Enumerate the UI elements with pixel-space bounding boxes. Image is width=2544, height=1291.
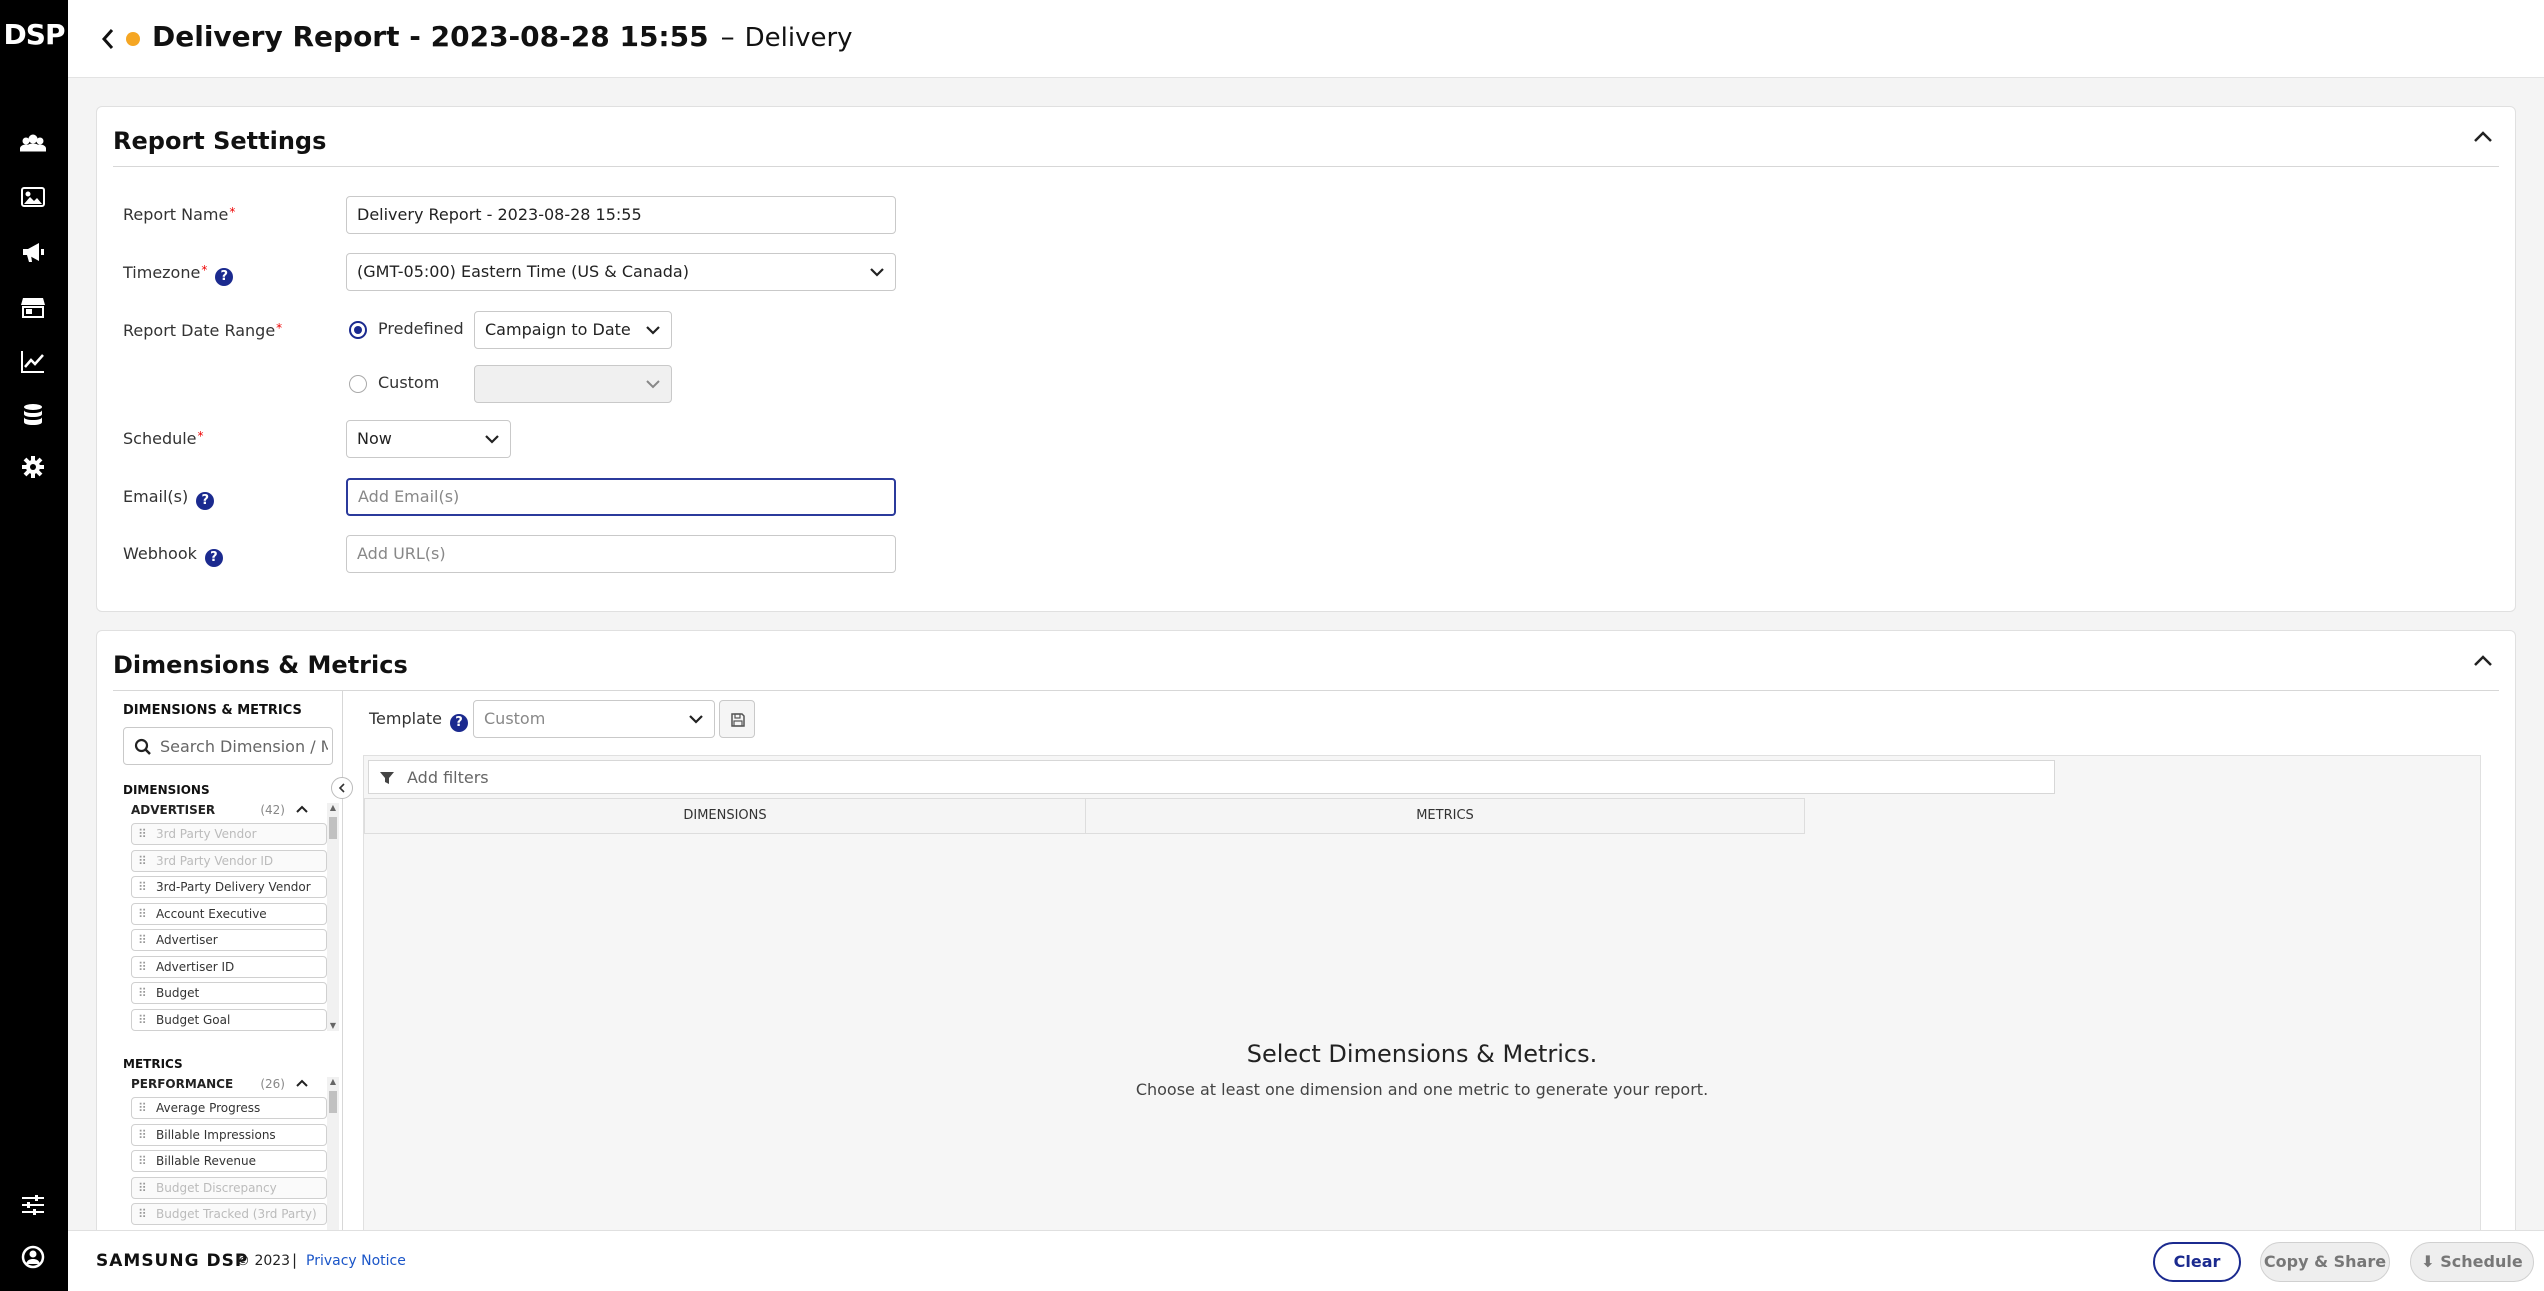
app-logo[interactable]: DSP [0, 18, 68, 51]
custom-label: Custom [378, 373, 440, 392]
field-chip[interactable]: 3rd Party Vendor [131, 823, 327, 845]
timezone-label: Timezone*? [123, 263, 234, 286]
title-separator: – [720, 20, 735, 53]
emails-input[interactable]: Add Email(s) [346, 478, 896, 516]
unsaved-status-dot [126, 32, 140, 46]
collapse-chevron-icon[interactable] [2471, 127, 2495, 151]
report-settings-title: Report Settings [113, 127, 327, 155]
chevron-down-icon [646, 380, 660, 389]
schedule-button[interactable]: ⬇ Schedule [2410, 1242, 2534, 1282]
dimensions-heading: DIMENSIONS [123, 783, 210, 797]
empty-state-subtitle: Choose at least one dimension and one me… [1135, 1080, 1709, 1099]
copyright: © 2023 [236, 1253, 291, 1269]
template-help-icon[interactable]: ? [450, 714, 469, 732]
database-icon[interactable] [18, 400, 48, 430]
report-builder: Add filters DIMENSIONS METRICS Select Di… [363, 755, 2481, 1249]
field-chip[interactable]: Budget Tracked (3rd Party) [131, 1203, 327, 1225]
empty-state-title: Select Dimensions & Metrics. [1246, 1040, 1598, 1068]
field-chip[interactable]: 3rd-Party Delivery Vendor [131, 876, 327, 898]
webhook-input[interactable]: Add URL(s) [346, 535, 896, 573]
dimensions-metrics-title: Dimensions & Metrics [113, 651, 408, 679]
webhook-help-icon[interactable]: ? [204, 549, 223, 567]
chevron-up-icon [296, 805, 308, 813]
gear-icon[interactable] [18, 452, 48, 482]
report-title: Delivery Report - 2023-08-28 15:55 [152, 20, 709, 53]
collapse-sidebar-button[interactable] [331, 777, 353, 799]
metrics-heading: METRICS [123, 1057, 183, 1071]
footer-separator: | [292, 1251, 298, 1269]
report-settings-header: Report Settings [113, 107, 2499, 167]
report-name-label: Report Name* [123, 205, 236, 224]
chevron-left-icon [338, 783, 345, 793]
left-nav: DSP [0, 0, 68, 1291]
predefined-radio[interactable] [349, 321, 367, 339]
sliders-icon[interactable] [18, 1190, 48, 1220]
dimensions-column-header: DIMENSIONS [364, 798, 1086, 834]
field-chip[interactable]: Advertiser [131, 929, 327, 951]
field-chip[interactable]: Budget Goal [131, 1008, 327, 1031]
webhook-label: Webhook? [123, 544, 223, 567]
field-chip[interactable]: Average Progress [131, 1097, 327, 1119]
save-icon [731, 713, 745, 727]
collapse-chevron-icon[interactable] [2471, 651, 2495, 675]
custom-radio[interactable] [349, 375, 367, 393]
emails-help-icon[interactable]: ? [196, 492, 215, 510]
footer: SAMSUNG DSP © 2023 | Privacy Notice Clea… [68, 1230, 2544, 1291]
add-filters-input[interactable]: Add filters [368, 760, 2055, 794]
chevron-down-icon [870, 268, 884, 277]
report-name-input[interactable]: Delivery Report - 2023-08-28 15:55 [346, 196, 896, 234]
chevron-down-icon [646, 326, 660, 335]
footer-brand: SAMSUNG DSP [96, 1251, 249, 1271]
copy-share-button[interactable]: Copy & Share [2260, 1242, 2390, 1282]
download-icon: ⬇ [2421, 1252, 2441, 1271]
dimension-scrollbar[interactable]: ▲ ▼ [327, 803, 339, 1031]
dimension-search-input[interactable]: Search Dimension / Metric [123, 727, 333, 765]
performance-group[interactable]: PERFORMANCE (26) [131, 1077, 311, 1091]
emails-label: Email(s)? [123, 487, 215, 510]
search-icon [134, 738, 151, 755]
privacy-notice-link[interactable]: Privacy Notice [306, 1253, 406, 1269]
predefined-range-select[interactable]: Campaign to Date [474, 311, 672, 349]
back-chevron-icon[interactable] [96, 24, 120, 54]
metrics-column-header: METRICS [1085, 798, 1805, 834]
image-icon[interactable] [18, 182, 48, 212]
user-circle-icon[interactable] [18, 1242, 48, 1272]
predefined-label: Predefined [378, 319, 464, 338]
timezone-select[interactable]: (GMT-05:00) Eastern Time (US & Canada) [346, 253, 896, 291]
advertiser-group[interactable]: ADVERTISER (42) [131, 803, 311, 817]
field-chip[interactable]: 3rd Party Vendor ID [131, 849, 327, 872]
schedule-label: Schedule* [123, 429, 204, 448]
report-type: Delivery [744, 23, 853, 53]
report-settings-panel: Report Settings Report Name* Delivery Re… [96, 106, 2516, 612]
field-chip[interactable]: Advertiser ID [131, 955, 327, 978]
users-icon[interactable] [18, 128, 48, 158]
save-template-button[interactable] [719, 700, 755, 738]
timezone-help-icon[interactable]: ? [215, 268, 234, 286]
dimensions-metrics-panel: Dimensions & Metrics DIMENSIONS & METRIC… [96, 630, 2516, 1250]
field-chip[interactable]: Billable Revenue [131, 1150, 327, 1172]
megaphone-icon[interactable] [18, 237, 48, 267]
dimensions-metrics-header: Dimensions & Metrics [113, 631, 2499, 691]
field-chip[interactable]: Account Executive [131, 902, 327, 925]
template-select[interactable]: Custom [473, 700, 715, 738]
field-chip[interactable]: Budget Discrepancy [131, 1176, 327, 1199]
page-title: Delivery Report - 2023-08-28 15:55– Deliv… [152, 20, 853, 53]
chart-line-icon[interactable] [18, 346, 48, 376]
chevron-down-icon [689, 715, 703, 724]
top-bar: Delivery Report - 2023-08-28 15:55– Deliv… [68, 0, 2544, 78]
date-range-label: Report Date Range* [123, 321, 283, 340]
schedule-select[interactable]: Now [346, 420, 511, 458]
field-chip[interactable]: Billable Impressions [131, 1123, 327, 1146]
clear-button[interactable]: Clear [2153, 1242, 2241, 1282]
template-label: Template? [369, 709, 469, 732]
sidebar-title: DIMENSIONS & METRICS [123, 703, 302, 718]
field-chip[interactable]: Budget [131, 982, 327, 1004]
chevron-down-icon [485, 435, 499, 444]
chevron-up-icon [296, 1079, 308, 1087]
metric-scrollbar[interactable]: ▲ [327, 1077, 339, 1249]
store-icon[interactable] [18, 292, 48, 322]
custom-range-select[interactable] [474, 365, 672, 403]
filter-icon [380, 772, 394, 784]
